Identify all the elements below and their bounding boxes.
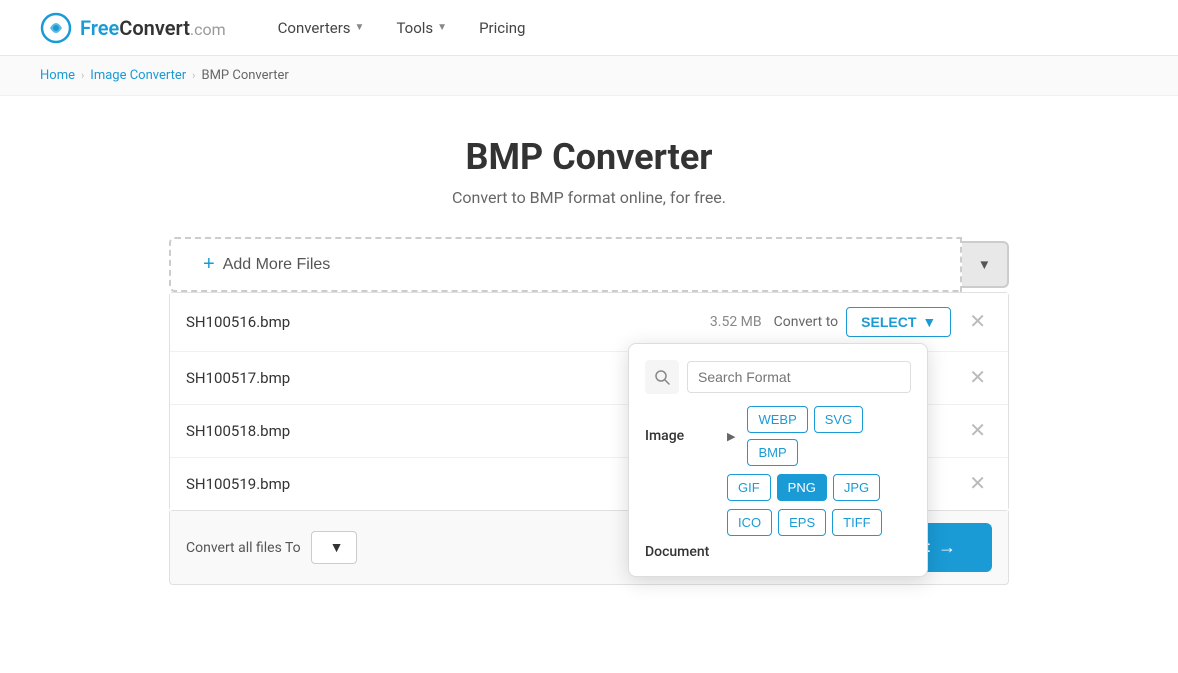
main: BMP Converter Convert to BMP format onli… (0, 96, 1178, 625)
breadcrumb-sep-1: › (81, 69, 84, 82)
nav-links: Converters ▼ Tools ▼ Pricing (266, 11, 538, 45)
remove-file-button[interactable]: ✕ (963, 310, 992, 334)
tools-chevron-icon: ▼ (437, 22, 447, 33)
document-category-label: Document (645, 544, 715, 560)
convert-all-label: Convert all files To (186, 540, 301, 556)
search-format-input[interactable] (687, 361, 911, 393)
page-subtitle: Convert to BMP format online, for free. (20, 188, 1158, 207)
search-icon (645, 360, 679, 394)
remove-file-button[interactable]: ✕ (963, 366, 992, 390)
logo-icon (40, 12, 72, 44)
add-files-label: Add More Files (223, 256, 331, 274)
image-category-label: Image (645, 428, 715, 444)
page-title: BMP Converter (20, 136, 1158, 178)
converters-menu[interactable]: Converters ▼ (266, 11, 377, 45)
converters-chevron-icon: ▼ (355, 22, 365, 33)
select-label: SELECT (861, 314, 916, 330)
image-category-row: Image ▶ WEBP SVG BMP (645, 406, 911, 466)
format-tag-eps[interactable]: EPS (778, 509, 826, 536)
select-chevron-icon: ▼ (922, 314, 936, 330)
remove-file-button[interactable]: ✕ (963, 419, 992, 443)
image-category-arrow-icon: ▶ (727, 430, 735, 443)
remove-file-button[interactable]: ✕ (963, 472, 992, 496)
format-tag-webp[interactable]: WEBP (747, 406, 807, 433)
breadcrumb-sep-2: › (192, 69, 195, 82)
pricing-link[interactable]: Pricing (467, 11, 537, 45)
format-tag-gif[interactable]: GIF (727, 474, 771, 501)
breadcrumb: Home › Image Converter › BMP Converter (0, 56, 1178, 96)
format-popup: Image ▶ WEBP SVG BMP GIF PNG JPG (628, 343, 928, 577)
convert-all-chevron-icon: ▼ (330, 539, 344, 556)
logo-text: FreeConvert.com (80, 16, 226, 40)
file-name: SH100516.bmp (186, 313, 710, 331)
plus-icon: + (203, 253, 215, 276)
convert-arrow-icon: → (938, 537, 956, 558)
table-row: SH100516.bmp 3.52 MB Convert to SELECT ▼… (170, 293, 1008, 352)
add-files-button[interactable]: + Add More Files (169, 237, 962, 292)
image-format-tags-row3: ICO EPS TIFF (727, 509, 911, 536)
logo[interactable]: FreeConvert.com (40, 12, 226, 44)
convert-all-select[interactable]: ▼ (311, 531, 357, 564)
convert-all-group: Convert all files To ▼ (186, 531, 357, 564)
search-row (645, 360, 911, 394)
image-format-tags-row2: GIF PNG JPG (727, 474, 911, 501)
select-format-button[interactable]: SELECT ▼ (846, 307, 951, 337)
breadcrumb-home[interactable]: Home (40, 68, 75, 83)
format-tag-bmp[interactable]: BMP (747, 439, 797, 466)
dropdown-chevron-icon: ▼ (978, 257, 991, 272)
format-tag-tiff[interactable]: TIFF (832, 509, 881, 536)
upload-container: + Add More Files ▼ SH100516.bmp 3.52 MB … (169, 237, 1009, 585)
file-list: SH100516.bmp 3.52 MB Convert to SELECT ▼… (169, 292, 1009, 511)
format-tag-png[interactable]: PNG (777, 474, 827, 501)
convert-to-label: Convert to (774, 314, 839, 330)
document-category-row: Document (645, 544, 911, 560)
add-files-dropdown-toggle[interactable]: ▼ (962, 241, 1009, 288)
format-tag-ico[interactable]: ICO (727, 509, 772, 536)
navbar: FreeConvert.com Converters ▼ Tools ▼ Pri… (0, 0, 1178, 56)
breadcrumb-current: BMP Converter (201, 68, 288, 83)
tools-menu[interactable]: Tools ▼ (384, 11, 459, 45)
file-size: 3.52 MB (710, 314, 762, 330)
format-tag-svg[interactable]: SVG (814, 406, 863, 433)
image-format-tags: WEBP SVG BMP (747, 406, 911, 466)
breadcrumb-image-converter[interactable]: Image Converter (90, 68, 186, 83)
add-files-row: + Add More Files ▼ (169, 237, 1009, 292)
format-tag-jpg[interactable]: JPG (833, 474, 880, 501)
